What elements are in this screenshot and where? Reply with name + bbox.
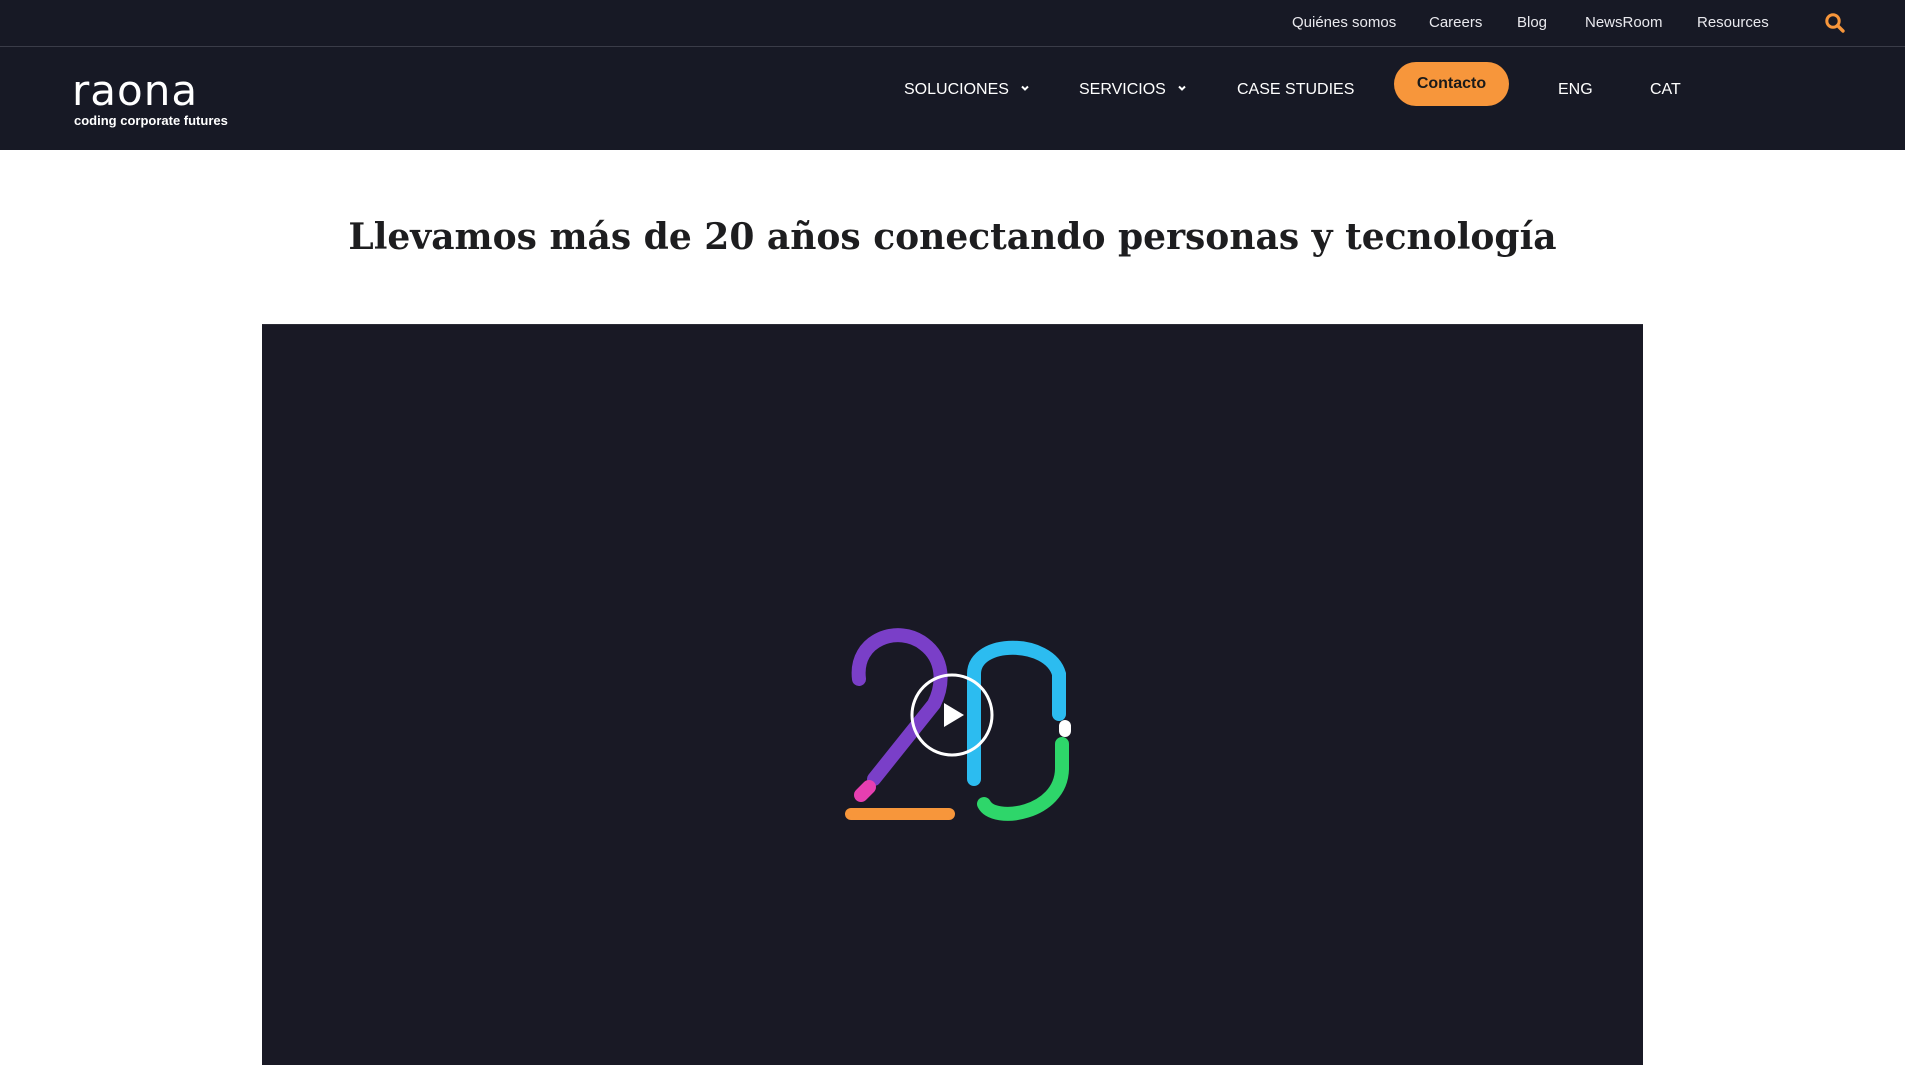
video-player[interactable]	[262, 324, 1643, 1065]
topbar-link-quienes-somos[interactable]: Quiénes somos	[1292, 14, 1396, 32]
page: Quiénes somos Careers Blog NewsRoom Reso…	[0, 0, 1905, 1065]
top-utility-bar: Quiénes somos Careers Blog NewsRoom Reso…	[0, 0, 1905, 47]
nav-servicios[interactable]: SERVICIOS	[1079, 75, 1186, 105]
topbar-link-resources[interactable]: Resources	[1697, 14, 1769, 32]
nav-servicios-label: SERVICIOS	[1079, 81, 1166, 98]
nav-case-studies[interactable]: CASE STUDIES	[1237, 75, 1354, 105]
contacto-button[interactable]: Contacto	[1394, 62, 1509, 106]
page-title: Llevamos más de 20 años conectando perso…	[348, 216, 1557, 258]
play-icon	[910, 673, 994, 757]
nav-soluciones-label: SOLUCIONES	[904, 81, 1009, 98]
logo-tagline: coding corporate futures	[74, 113, 228, 128]
lang-eng[interactable]: ENG	[1558, 75, 1593, 105]
main-header: raona coding corporate futures SOLUCIONE…	[0, 47, 1905, 150]
nav-soluciones[interactable]: SOLUCIONES	[904, 75, 1029, 105]
logo-wordmark: raona	[72, 66, 199, 115]
topbar-link-blog[interactable]: Blog	[1517, 14, 1547, 32]
search-icon[interactable]	[1824, 12, 1846, 34]
chevron-down-icon	[1178, 85, 1186, 91]
raona-logo[interactable]: raona coding corporate futures	[72, 69, 242, 129]
chevron-down-icon	[1021, 85, 1029, 91]
topbar-link-careers[interactable]: Careers	[1429, 14, 1482, 32]
lang-cat[interactable]: CAT	[1650, 75, 1681, 105]
topbar-link-newsroom[interactable]: NewsRoom	[1585, 14, 1663, 32]
play-button[interactable]	[910, 673, 994, 757]
